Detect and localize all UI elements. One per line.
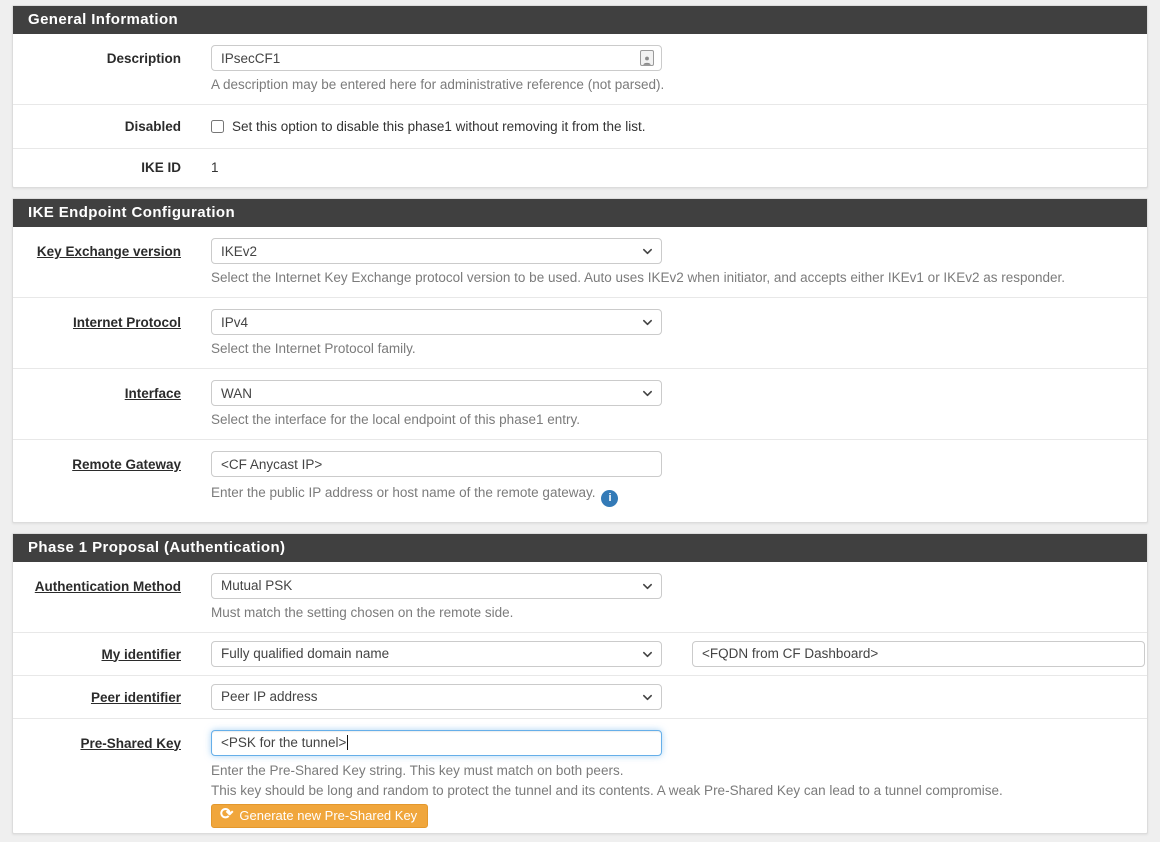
my-identifier-select-value: Fully qualified domain name: [221, 646, 389, 661]
pre-shared-key-help-1: Enter the Pre-Shared Key string. This ke…: [211, 761, 1143, 781]
key-exchange-version-label: Key Exchange version: [13, 238, 196, 261]
row-remote-gateway: Remote Gateway Enter the public IP addre…: [13, 439, 1147, 522]
text-caret: [347, 735, 348, 750]
chevron-down-icon: [642, 317, 653, 328]
ike-id-label: IKE ID: [13, 159, 196, 177]
disabled-checkbox-label: Set this option to disable this phase1 w…: [232, 117, 645, 136]
pre-shared-key-input[interactable]: <PSK for the tunnel>: [211, 730, 662, 756]
my-identifier-input[interactable]: [692, 641, 1145, 667]
row-my-identifier: My identifier Fully qualified domain nam…: [13, 632, 1147, 675]
row-internet-protocol: Internet Protocol IPv4 Select the Intern…: [13, 297, 1147, 368]
authentication-method-value: Mutual PSK: [221, 578, 292, 593]
remote-gateway-help: Enter the public IP address or host name…: [211, 483, 1143, 507]
description-help: A description may be entered here for ad…: [211, 75, 1143, 95]
row-key-exchange-version: Key Exchange version IKEv2 Select the In…: [13, 227, 1147, 297]
panel-general-information: General Information Description A descri…: [12, 5, 1148, 188]
chevron-down-icon: [642, 581, 653, 592]
generate-psk-button-label: Generate new Pre-Shared Key: [239, 808, 417, 823]
panel-title: General Information: [13, 6, 1147, 34]
panel-ike-endpoint-configuration: IKE Endpoint Configuration Key Exchange …: [12, 198, 1148, 523]
panel-title: Phase 1 Proposal (Authentication): [13, 534, 1147, 562]
row-authentication-method: Authentication Method Mutual PSK Must ma…: [13, 562, 1147, 632]
pre-shared-key-help-2: This key should be long and random to pr…: [211, 781, 1143, 801]
authentication-method-select[interactable]: Mutual PSK: [211, 573, 662, 599]
row-description: Description A description may be entered…: [13, 34, 1147, 104]
interface-select[interactable]: WAN: [211, 380, 662, 406]
internet-protocol-value: IPv4: [221, 315, 248, 330]
remote-gateway-label: Remote Gateway: [13, 451, 196, 474]
autofill-icon[interactable]: [640, 50, 654, 66]
row-interface: Interface WAN Select the interface for t…: [13, 368, 1147, 439]
pre-shared-key-value: <PSK for the tunnel>: [221, 735, 346, 750]
my-identifier-label: My identifier: [13, 641, 196, 664]
authentication-method-help: Must match the setting chosen on the rem…: [211, 603, 1143, 623]
info-icon[interactable]: i: [601, 490, 618, 507]
peer-identifier-select-value: Peer IP address: [221, 689, 318, 704]
interface-value: WAN: [221, 386, 252, 401]
internet-protocol-help: Select the Internet Protocol family.: [211, 339, 1143, 359]
description-input[interactable]: [211, 45, 662, 71]
key-exchange-version-select[interactable]: IKEv2: [211, 238, 662, 264]
internet-protocol-label: Internet Protocol: [13, 309, 196, 332]
internet-protocol-select[interactable]: IPv4: [211, 309, 662, 335]
generate-psk-button[interactable]: ⟳ Generate new Pre-Shared Key: [211, 804, 428, 828]
description-label: Description: [13, 45, 196, 68]
row-ike-id: IKE ID 1: [13, 148, 1147, 187]
peer-identifier-select[interactable]: Peer IP address: [211, 684, 662, 710]
key-exchange-version-help: Select the Internet Key Exchange protoco…: [211, 268, 1143, 288]
ike-id-value: 1: [211, 159, 1143, 177]
row-pre-shared-key: Pre-Shared Key <PSK for the tunnel> Ente…: [13, 718, 1147, 833]
chevron-down-icon: [642, 246, 653, 257]
disabled-checkbox[interactable]: [211, 120, 224, 133]
key-exchange-version-value: IKEv2: [221, 244, 257, 259]
disabled-label: Disabled: [13, 117, 196, 136]
authentication-method-label: Authentication Method: [13, 573, 196, 596]
remote-gateway-help-text: Enter the public IP address or host name…: [211, 485, 595, 500]
row-disabled: Disabled Set this option to disable this…: [13, 104, 1147, 148]
chevron-down-icon: [642, 649, 653, 660]
chevron-down-icon: [642, 388, 653, 399]
row-peer-identifier: Peer identifier Peer IP address: [13, 675, 1147, 718]
pre-shared-key-label: Pre-Shared Key: [13, 730, 196, 753]
chevron-down-icon: [642, 692, 653, 703]
panel-title: IKE Endpoint Configuration: [13, 199, 1147, 227]
interface-label: Interface: [13, 380, 196, 403]
interface-help: Select the interface for the local endpo…: [211, 410, 1143, 430]
peer-identifier-label: Peer identifier: [13, 684, 196, 707]
my-identifier-select[interactable]: Fully qualified domain name: [211, 641, 662, 667]
remote-gateway-input[interactable]: [211, 451, 662, 477]
panel-phase1-proposal: Phase 1 Proposal (Authentication) Authen…: [12, 533, 1148, 834]
